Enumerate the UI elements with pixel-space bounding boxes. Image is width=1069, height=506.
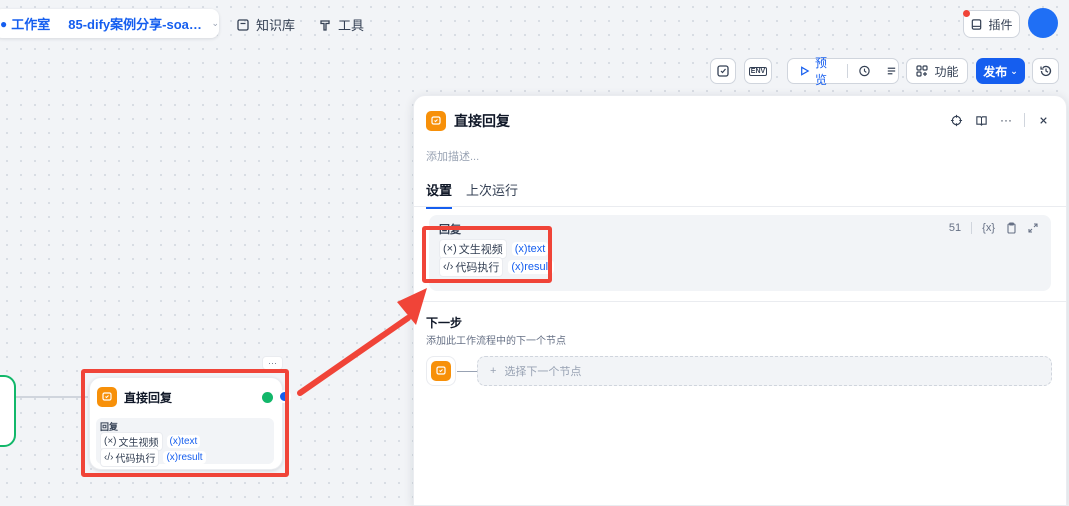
char-count: 51 [948, 222, 962, 234]
tools-divider [971, 222, 973, 234]
nav-knowledge-label: 知识库 [256, 18, 296, 33]
current-node-thumb [426, 356, 456, 386]
highlight-box-node [81, 369, 289, 477]
history-icon [1039, 65, 1051, 77]
next-step-description: 添加此工作流程中的下一个节点 [426, 336, 566, 347]
plugin-button[interactable]: 插件 [963, 10, 1020, 38]
copy-icon[interactable] [1005, 222, 1017, 234]
tab-last-run[interactable]: 上次运行 [466, 180, 518, 209]
toolbar-divider [847, 64, 849, 78]
publish-button[interactable]: 发布 ⌄ [976, 58, 1025, 84]
insert-variable-button[interactable]: {x} [982, 222, 995, 234]
env-icon: ENV [748, 66, 768, 76]
section-divider [414, 301, 1066, 302]
locate-icon[interactable] [950, 114, 963, 127]
preview-button[interactable]: 预览 [815, 54, 837, 88]
plus-icon: + [490, 365, 497, 377]
publish-label: 发布 [983, 64, 1008, 79]
features-button[interactable]: 功能 [906, 58, 968, 84]
plugin-label: 插件 [988, 17, 1013, 32]
notification-dot [963, 10, 970, 17]
node-settings-panel: 直接回复 ··· 添加描述... 设置 上次运行 回复 51 {x} (×) 文生… [413, 95, 1067, 506]
history-clock-icon[interactable] [858, 64, 871, 78]
app-name[interactable]: 85-dify案例分享-soar... [68, 14, 203, 33]
features-label: 功能 [934, 64, 959, 79]
tool-icon [320, 19, 330, 31]
workspace-icon: ● [0, 16, 8, 31]
node-more-icon[interactable]: ··· [262, 356, 283, 370]
previous-node[interactable] [0, 375, 16, 447]
book-icon [237, 18, 249, 31]
select-next-node-label: 选择下一个节点 [504, 366, 582, 378]
nav-tools[interactable]: 工具 [318, 15, 364, 34]
breadcrumb[interactable]: ● 工作室 85-dify案例分享-soar... ⌄ [0, 9, 219, 38]
more-icon[interactable]: ··· [1000, 113, 1012, 127]
preview-group: 预览 [787, 56, 899, 87]
avatar[interactable] [1028, 8, 1058, 38]
plugin-icon [972, 18, 982, 30]
node-edge [16, 396, 88, 398]
tab-settings[interactable]: 设置 [426, 180, 453, 209]
version-history-button[interactable] [1032, 58, 1059, 84]
play-icon[interactable] [798, 64, 811, 78]
reply-node-icon [426, 111, 446, 131]
chevron-down-icon: ⌄ [1010, 65, 1018, 76]
next-step-title: 下一步 [426, 316, 463, 330]
description-input[interactable]: 添加描述... [426, 148, 479, 164]
checklist-button[interactable] [710, 58, 736, 84]
close-icon[interactable] [1037, 114, 1050, 127]
reply-node-icon [431, 361, 451, 381]
tabs-divider [414, 206, 1066, 207]
env-button[interactable]: ENV [744, 58, 772, 84]
checklist-icon [717, 65, 729, 77]
nav-knowledge[interactable]: 知识库 [236, 15, 295, 34]
select-next-node-button[interactable]: + 选择下一个节点 [477, 356, 1052, 386]
features-icon [916, 65, 929, 77]
panel-title[interactable]: 直接回复 [454, 111, 510, 131]
expand-icon[interactable] [1027, 222, 1039, 234]
next-connector [457, 371, 477, 372]
chevron-down-icon[interactable]: ⌄ [211, 18, 219, 29]
highlight-box-reply [422, 226, 552, 283]
top-bar: ● 工作室 85-dify案例分享-soar... ⌄ 知识库 工具 插件 [0, 0, 1069, 48]
actions-divider [1024, 113, 1025, 127]
list-icon[interactable] [885, 64, 898, 78]
nav-tools-label: 工具 [338, 18, 365, 33]
docs-icon[interactable] [975, 114, 988, 127]
workspace-link[interactable]: 工作室 [11, 14, 50, 33]
